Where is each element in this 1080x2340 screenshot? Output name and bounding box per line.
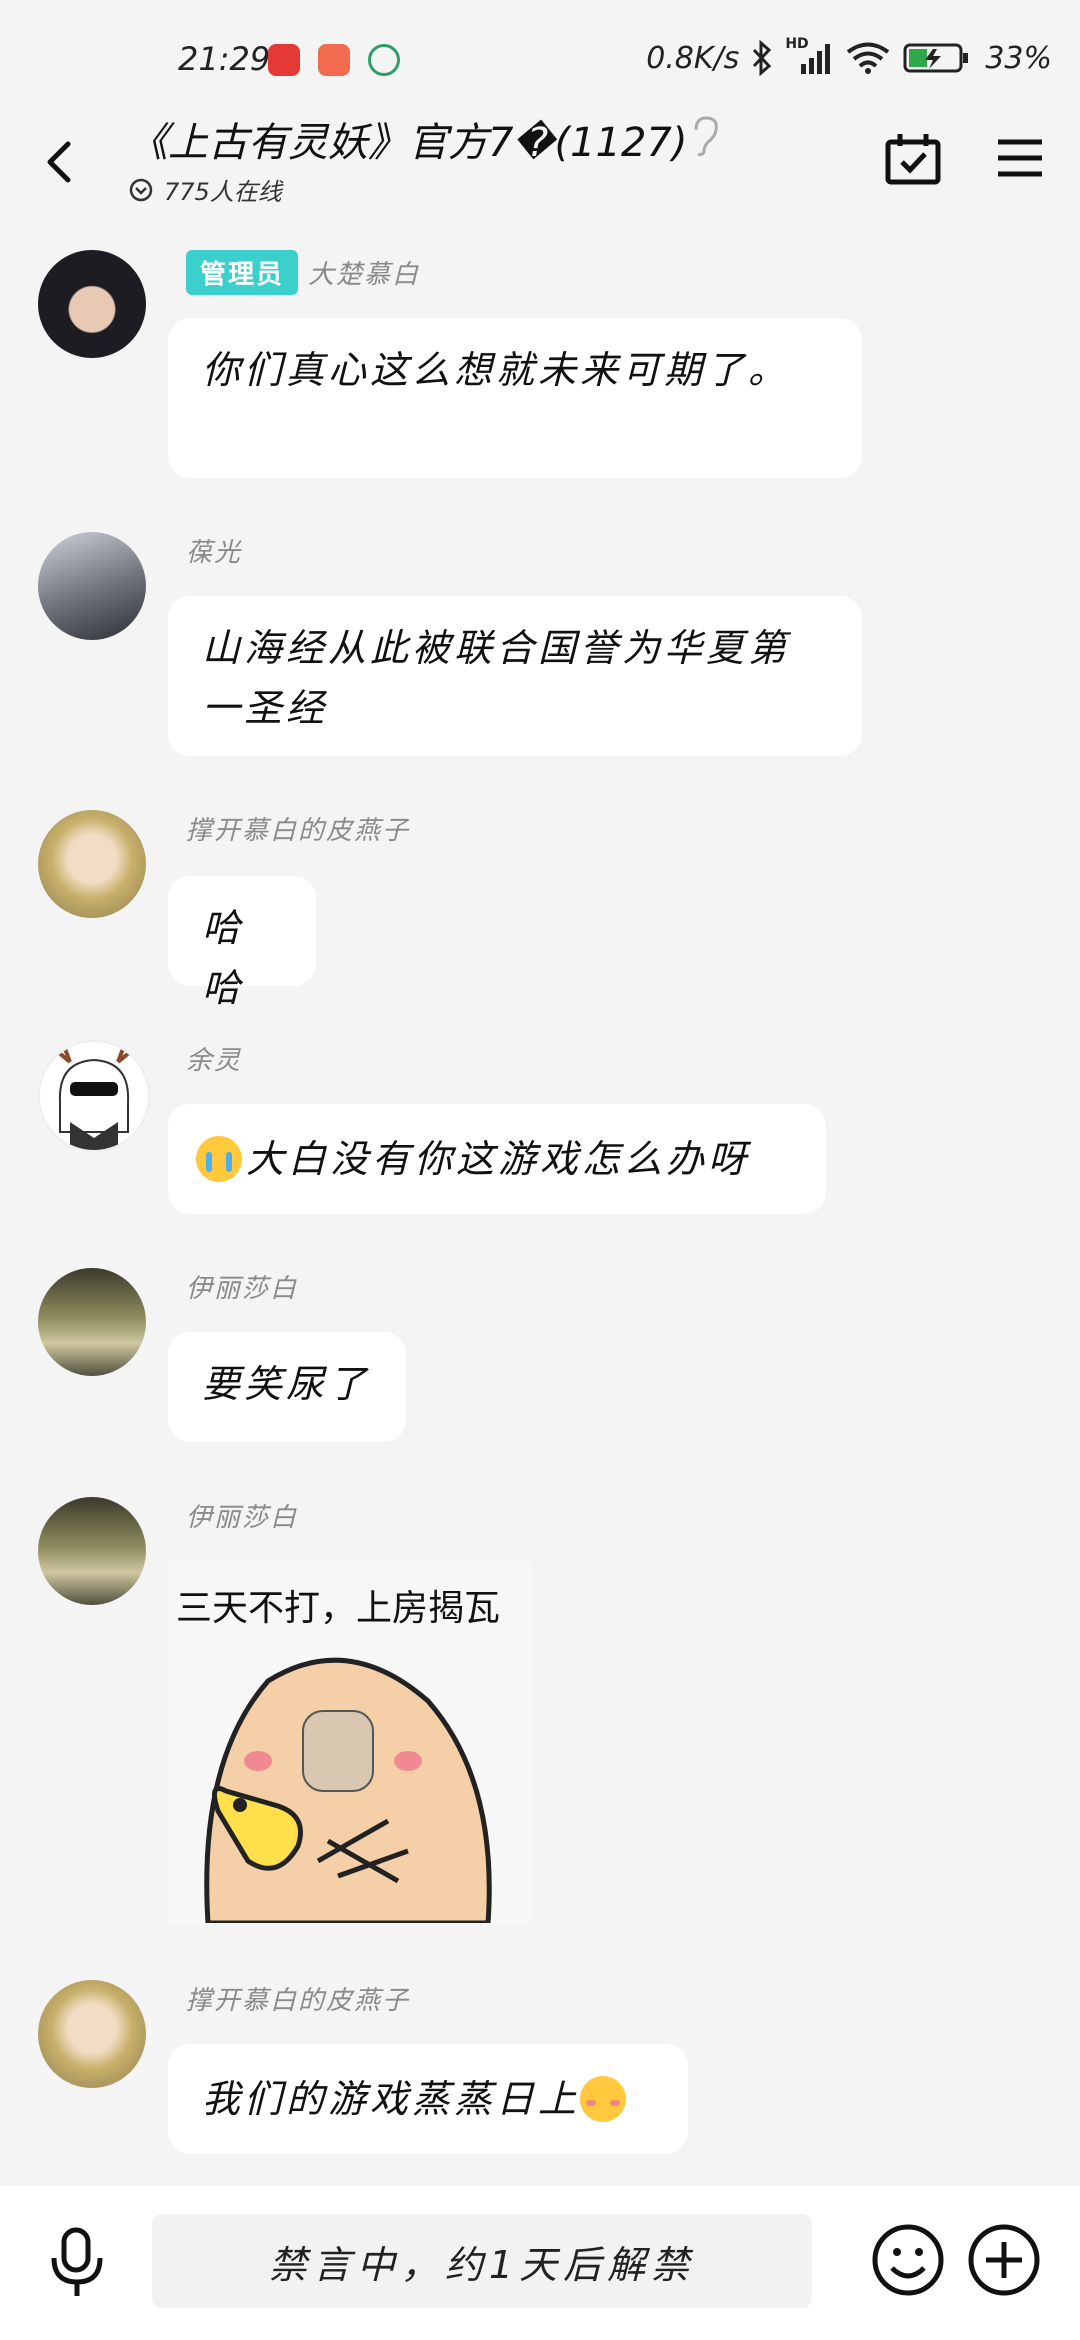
sticker-image[interactable]: 三天不打，上房揭瓦 [168, 1561, 532, 1923]
battery-icon [903, 43, 969, 73]
bluetooth-icon [753, 40, 772, 76]
status-bar: 21:29 0.8K/s HD 33% [0, 0, 1080, 110]
sticker-caption: 三天不打，上房揭瓦 [176, 1587, 501, 1628]
message-text: 大白没有你这游戏怎么办呀 [246, 1137, 751, 1181]
input-placeholder: 禁言中，约1天后解禁 [268, 2242, 696, 2287]
message-bubble[interactable]: 哈哈 [168, 876, 316, 1010]
sender-name[interactable]: 余灵 [186, 1040, 242, 1077]
sender-row: 伊丽莎白 [186, 1268, 298, 1305]
wifi-icon [847, 42, 890, 74]
back-button[interactable] [38, 130, 88, 200]
avatar[interactable] [38, 250, 146, 358]
sender-row: 余灵 [186, 1040, 242, 1077]
avatar[interactable] [38, 532, 146, 640]
input-bar: 禁言中，约1天后解禁 [0, 2186, 1080, 2340]
message-bubble[interactable]: 大白没有你这游戏怎么办呀 [168, 1104, 826, 1214]
sender-row: 管理员 大楚慕白 [186, 250, 420, 295]
sender-row: 撑开慕白的皮燕子 [186, 1980, 410, 2017]
avatar[interactable] [38, 810, 146, 918]
online-count: 775人在线 [128, 172, 282, 207]
mail-app-icon [318, 44, 350, 76]
chevron-down-circle-icon [129, 178, 153, 201]
plus-circle-icon [968, 2224, 1040, 2296]
checkin-button[interactable] [884, 130, 942, 190]
message-text: 我们的游戏蒸蒸日上 [202, 2077, 581, 2121]
battery-percent: 33% [985, 40, 1052, 76]
sender-name[interactable]: 伊丽莎白 [186, 1497, 298, 1534]
avatar[interactable] [38, 1497, 146, 1605]
sender-row: 葆光 [186, 532, 242, 569]
avatar-drawing [56, 1045, 132, 1150]
avatar[interactable] [38, 1980, 146, 2088]
admin-badge: 管理员 [186, 250, 299, 295]
sender-name[interactable]: 撑开慕白的皮燕子 [186, 1980, 410, 2017]
message-input[interactable]: 禁言中，约1天后解禁 [152, 2214, 812, 2308]
sender-name[interactable]: 葆光 [186, 532, 242, 569]
message-bubble[interactable]: 山海经从此被联合国誉为华夏第一圣经 [168, 596, 862, 756]
more-button[interactable] [966, 2222, 1042, 2302]
voice-button[interactable] [44, 2226, 110, 2304]
menu-icon [998, 139, 1042, 177]
download-icon [368, 44, 400, 76]
status-time: 21:29 [178, 40, 271, 78]
sender-row: 撑开慕白的皮燕子 [186, 810, 410, 847]
page-title[interactable]: 《上古有灵妖》官方7�(1127) [128, 110, 687, 168]
smiley-icon [872, 2224, 944, 2296]
microphone-icon [51, 2227, 103, 2296]
crying-emoji-icon [196, 1136, 242, 1182]
sender-name[interactable]: 伊丽莎白 [186, 1268, 298, 1305]
message-bubble[interactable]: 要笑尿了 [168, 1332, 406, 1442]
chat-header: 《上古有灵妖》官方7�(1127) 775人在线 [0, 110, 1080, 220]
avatar[interactable] [38, 1040, 150, 1152]
sender-name[interactable]: 撑开慕白的皮燕子 [186, 810, 410, 847]
message-bubble[interactable]: 你们真心这么想就未来可期了。 [168, 318, 862, 478]
avatar[interactable] [38, 1268, 146, 1376]
network-speed: 0.8K/s [646, 40, 740, 76]
netease-music-icon [268, 44, 300, 76]
chevron-left-icon [47, 141, 71, 183]
emoji-button[interactable] [870, 2222, 946, 2302]
blush-emoji-icon [580, 2076, 627, 2122]
calendar-check-icon [885, 134, 941, 185]
signal-icon: HD [785, 36, 833, 76]
online-count-text: 775人在线 [164, 178, 282, 206]
sender-name[interactable]: 大楚慕白 [308, 254, 420, 291]
status-right: 0.8K/s HD 33% [646, 36, 1052, 76]
sender-row: 伊丽莎白 [186, 1497, 298, 1534]
menu-button[interactable] [996, 134, 1044, 186]
ear-icon[interactable] [688, 114, 722, 158]
message-bubble[interactable]: 我们的游戏蒸蒸日上 [168, 2044, 688, 2154]
